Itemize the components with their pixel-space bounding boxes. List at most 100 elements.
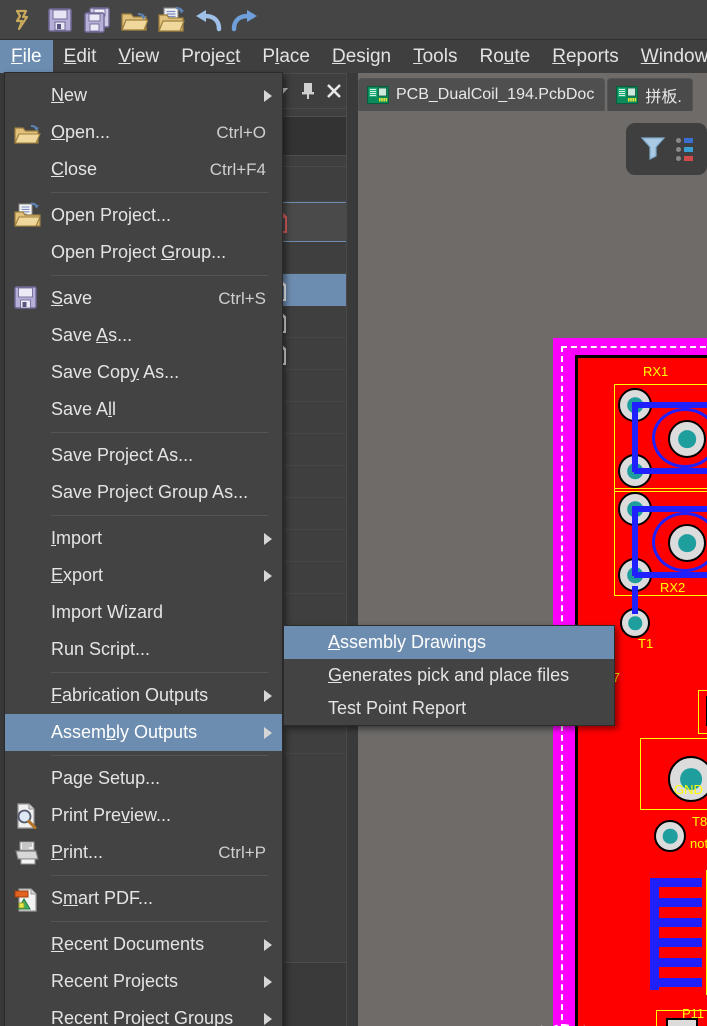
menu-item-run-script[interactable]: Run Script...: [5, 631, 282, 668]
filter-icon[interactable]: [640, 134, 666, 165]
menu-item-export[interactable]: Export: [5, 557, 282, 594]
menubar-item-design[interactable]: Design: [321, 40, 402, 73]
menubar-label-design: Design: [331, 45, 392, 67]
panel-close-icon[interactable]: [323, 80, 345, 102]
assembly-outputs-submenu: Assembly Drawings Generates pick and pla…: [283, 625, 615, 726]
menu-item-save-all[interactable]: Save All: [5, 391, 282, 428]
menu-item-recent-documents[interactable]: Recent Documents: [5, 926, 282, 963]
menu-item-import[interactable]: Import: [5, 520, 282, 557]
menu-item-recent-projects[interactable]: Recent Projects: [5, 963, 282, 1000]
menubar-item-project[interactable]: Project: [170, 40, 251, 73]
layer-legend-icon[interactable]: [676, 137, 693, 161]
menu-label: Recent Projects: [51, 971, 179, 991]
menu-label: Save As...: [51, 325, 133, 345]
chevron-right-icon: [264, 726, 272, 739]
menu-item-print-preview[interactable]: Print Preview...: [5, 797, 282, 834]
designator-rx1: RX1: [643, 364, 669, 379]
main-toolbar: [0, 0, 707, 40]
open-folder-icon: [13, 119, 41, 147]
menu-item-open-project[interactable]: Open Project...: [5, 197, 282, 234]
smart-pdf-icon: [13, 885, 41, 913]
menu-item-import-wizard[interactable]: Import Wizard: [5, 594, 282, 631]
altium-logo-icon[interactable]: [6, 3, 40, 37]
document-tab-label: PCB_DualCoil_194.PcbDoc: [396, 86, 595, 103]
menu-item-save-as[interactable]: Save As...: [5, 317, 282, 354]
menu-item-save-project-group-as[interactable]: Save Project Group As...: [5, 474, 282, 511]
menu-item-print[interactable]: Print... Ctrl+P: [5, 834, 282, 871]
menu-item-save-project-as[interactable]: Save Project As...: [5, 437, 282, 474]
menu-item-fabrication-outputs[interactable]: Fabrication Outputs: [5, 677, 282, 714]
redo-icon[interactable]: [228, 3, 262, 37]
menu-item-page-setup[interactable]: Page Setup...: [5, 760, 282, 797]
menu-item-save-copy-as[interactable]: Save Copy As...: [5, 354, 282, 391]
menu-label: Assembly Outputs: [51, 722, 198, 742]
undo-icon[interactable]: [191, 3, 225, 37]
open-folder-icon[interactable]: [117, 3, 151, 37]
print-preview-icon: [13, 802, 41, 830]
open-project-icon[interactable]: [154, 3, 188, 37]
designator-p11: P11: [682, 1006, 705, 1021]
component-c7[interactable]: [698, 690, 707, 734]
document-tab-panel[interactable]: 拼板.: [607, 78, 693, 111]
designator-gnd: GND: [674, 782, 703, 797]
menu-item-close[interactable]: Close Ctrl+F4: [5, 151, 282, 188]
file-menu-popup: New Open... Ctrl+O Close Ctrl+F4 Open Pr…: [4, 72, 283, 1026]
menu-item-save[interactable]: Save Ctrl+S: [5, 280, 282, 317]
pcb-canvas[interactable]: RX1 RX2 T1 P7 C1 C2 SW C7 GND P8 T8 not4…: [358, 111, 707, 1026]
menubar-item-view[interactable]: View: [107, 40, 170, 73]
submenu-label: Assembly Drawings: [328, 632, 487, 652]
submenu-item-pick-and-place[interactable]: Generates pick and place files: [284, 659, 614, 692]
document-tab-pcb[interactable]: PCB_DualCoil_194.PcbDoc: [358, 78, 606, 111]
chevron-right-icon: [264, 689, 272, 702]
menubar-item-tools[interactable]: Tools: [402, 40, 468, 73]
menubar-item-place[interactable]: Place: [251, 40, 321, 73]
menu-label: Smart PDF...: [51, 888, 154, 908]
menu-label: Recent Documents: [51, 934, 205, 954]
menubar-item-window[interactable]: Window: [630, 40, 707, 73]
save-icon[interactable]: [43, 3, 77, 37]
panel-pin-icon[interactable]: [297, 80, 319, 102]
trace: [656, 898, 702, 907]
submenu-item-assembly-drawings[interactable]: Assembly Drawings: [284, 626, 614, 659]
menu-item-open[interactable]: Open... Ctrl+O: [5, 114, 282, 151]
menu-label: Import Wizard: [51, 602, 164, 622]
save-all-icon[interactable]: [80, 3, 114, 37]
menu-item-recent-project-groups[interactable]: Recent Project Groups: [5, 1000, 282, 1026]
submenu-item-test-point-report[interactable]: Test Point Report: [284, 692, 614, 725]
menubar-item-file[interactable]: File: [0, 40, 53, 73]
designator-t1: T1: [638, 636, 654, 651]
trace: [656, 918, 702, 927]
document-tab-strip: PCB_DualCoil_194.PcbDoc 拼板.: [358, 76, 707, 111]
menu-separator: [51, 875, 268, 876]
menu-item-open-project-group[interactable]: Open Project Group...: [5, 234, 282, 271]
menu-separator: [51, 515, 268, 516]
menubar-item-reports[interactable]: Reports: [541, 40, 630, 73]
menu-separator: [51, 755, 268, 756]
menu-label: Save Copy As...: [51, 362, 180, 382]
menubar-item-edit[interactable]: Edit: [53, 40, 108, 73]
designator-t8: T8: [692, 814, 707, 829]
chevron-right-icon: [264, 89, 272, 102]
menu-label: Save Project As...: [51, 445, 194, 465]
menu-label: Page Setup...: [51, 768, 161, 788]
menu-label: New: [51, 85, 88, 105]
dock-splitter[interactable]: [346, 73, 358, 1026]
menu-label: Run Script...: [51, 639, 151, 659]
menu-item-smart-pdf[interactable]: Smart PDF...: [5, 880, 282, 917]
menubar-label-tools: Tools: [413, 45, 458, 67]
pad-t8: [654, 820, 686, 852]
menu-label: Open Project...: [51, 205, 172, 225]
trace: [632, 506, 638, 576]
trace: [650, 878, 659, 990]
menu-item-new[interactable]: New: [5, 77, 282, 114]
menu-label: Fabrication Outputs: [51, 685, 209, 705]
trace: [634, 468, 707, 474]
trace: [656, 938, 702, 947]
menu-item-assembly-outputs[interactable]: Assembly Outputs: [5, 714, 282, 751]
menubar-item-route[interactable]: Route: [468, 40, 541, 73]
trace: [656, 958, 702, 967]
chevron-right-icon: [264, 532, 272, 545]
chevron-right-icon: [264, 569, 272, 582]
trace: [634, 402, 707, 408]
menubar-label-reports: Reports: [552, 45, 619, 67]
